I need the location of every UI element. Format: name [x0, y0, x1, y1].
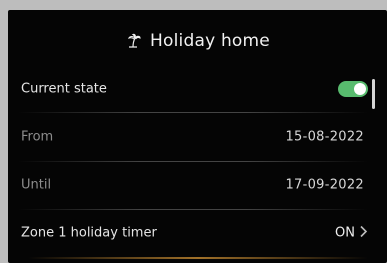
scrollbar[interactable] — [372, 79, 375, 109]
row-current-state[interactable]: Current state — [8, 65, 368, 113]
current-state-label: Current state — [21, 81, 107, 97]
zone-holiday-timer-label: Zone 1 holiday timer — [21, 225, 157, 241]
zone-holiday-timer-value[interactable]: ON — [335, 224, 368, 243]
row-until[interactable]: Until 17-09-2022 — [8, 161, 368, 209]
zone-holiday-timer-state: ON — [335, 225, 355, 241]
from-date-value[interactable]: 15-08-2022 — [285, 130, 364, 145]
chevron-right-icon — [359, 224, 368, 243]
page-title: Holiday home — [150, 31, 270, 51]
page-header: Holiday home — [8, 28, 387, 54]
current-state-toggle[interactable] — [338, 81, 368, 97]
toggle-knob — [354, 83, 366, 95]
until-label: Until — [21, 177, 52, 193]
screen: Holiday home Current state From 15-08-20… — [8, 10, 387, 263]
until-date-value[interactable]: 17-09-2022 — [285, 178, 364, 193]
from-label: From — [21, 129, 54, 145]
palm-tree-icon — [125, 32, 143, 50]
device-frame: Holiday home Current state From 15-08-20… — [0, 0, 387, 263]
bottom-highlight — [28, 257, 368, 259]
row-zone-holiday-timer[interactable]: Zone 1 holiday timer ON — [8, 209, 368, 257]
row-from[interactable]: From 15-08-2022 — [8, 113, 368, 161]
